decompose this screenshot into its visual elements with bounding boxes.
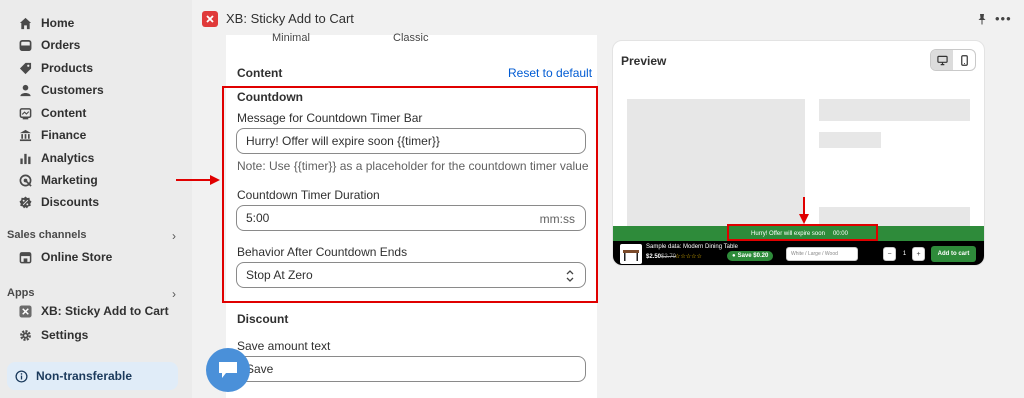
chevron-right-icon[interactable]: › [172,229,176,243]
variant-select[interactable]: White / Large / Wood [786,247,858,261]
discount-heading: Discount [237,312,289,326]
bar-chart-icon [18,151,32,165]
store-icon [18,250,32,264]
sidebar-item-label: Discounts [41,195,100,209]
sticky-add-to-cart-bar: Sample data: Modern Dining Table $2.50 $… [613,241,984,265]
save-amount-label: Save amount text [237,339,331,353]
sidebar-item-products[interactable]: Products [18,58,93,78]
save-amount-value: Save [246,362,274,376]
chat-icon [219,362,237,378]
preview-title: Preview [621,54,667,68]
countdown-highlight-box [222,86,598,303]
sidebar-item-app[interactable]: XB: Sticky Add to Cart [18,304,169,318]
annotation-arrow-right [176,175,220,185]
product-thumbnail [620,244,642,264]
sales-channels-label: Sales channels [7,229,87,241]
sidebar-item-customers[interactable]: Customers [18,80,104,100]
add-to-cart-button[interactable]: Add to cart [931,246,976,262]
sidebar-item-orders[interactable]: Orders [18,35,80,55]
qty-plus-button[interactable]: + [912,247,925,261]
bank-icon [18,128,32,142]
discount-icon [18,195,32,209]
sidebar-item-home[interactable]: Home [18,13,74,33]
info-icon [15,369,28,383]
chat-button[interactable] [206,348,250,392]
app-logo-icon [202,11,218,27]
sidebar-item-label: Products [41,61,94,75]
reset-to-default-link[interactable]: Reset to default [508,66,592,80]
sidebar-item-label: Orders [41,38,81,52]
product-price: $2.50 [646,254,662,260]
more-actions-button[interactable]: ••• [995,11,1012,26]
sidebar-item-online-store[interactable]: Online Store [18,247,112,267]
qty-value[interactable]: 1 [898,247,911,261]
chevron-right-icon[interactable]: › [172,287,176,301]
mobile-icon [960,54,968,66]
desktop-icon [936,55,948,65]
non-transferable-label: Non-transferable [36,369,133,383]
price-placeholder [819,132,881,148]
person-icon [18,83,32,97]
sidebar: Home Orders Products Customers Content F… [0,0,192,398]
check-icon: ● [732,253,736,259]
non-transferable-banner[interactable]: Non-transferable [7,362,178,390]
home-icon [18,16,32,30]
sidebar-item-label: Finance [41,128,87,142]
app-title: XB: Sticky Add to Cart [226,11,354,26]
sidebar-item-finance[interactable]: Finance [18,125,86,145]
sidebar-item-label: Customers [41,83,104,97]
orders-icon [18,38,32,52]
sidebar-item-label: Analytics [41,151,95,165]
tag-icon [18,61,32,75]
variant-value: White / Large / Wood [791,251,838,257]
sidebar-item-analytics[interactable]: Analytics [18,148,94,168]
sidebar-item-label: Content [41,106,87,120]
save-amount-input[interactable]: Save [236,356,586,382]
save-badge-label: Save $0.20 [737,253,769,259]
qty-minus-button[interactable]: − [883,247,896,261]
mobile-view-button[interactable] [953,50,975,70]
timer-highlight-box [727,224,878,241]
save-badge: ● Save $0.20 [727,251,774,261]
product-image-placeholder [627,99,805,226]
target-icon [18,173,32,187]
sidebar-item-label: Home [41,16,75,30]
gear-icon [18,328,32,342]
pin-icon[interactable] [976,12,988,25]
product-name: Sample data: Modern Dining Table [646,244,738,250]
title-placeholder [819,99,970,121]
sidebar-item-settings[interactable]: Settings [18,325,88,345]
layout-option-classic[interactable]: Classic [393,32,428,44]
rating-stars: ☆☆☆☆☆ [675,254,702,260]
sidebar-item-label: XB: Sticky Add to Cart [41,304,169,318]
compare-price: $2.70 [661,254,677,260]
layout-option-minimal[interactable]: Minimal [272,32,310,44]
sidebar-item-label: Online Store [41,250,113,264]
sidebar-item-content[interactable]: Content [18,103,86,123]
sidebar-item-label: Marketing [41,173,98,187]
content-icon [18,106,32,120]
device-toggle[interactable] [930,49,976,71]
sidebar-item-marketing[interactable]: Marketing [18,170,98,190]
annotation-arrow-down [799,197,809,224]
sidebar-item-discounts[interactable]: Discounts [18,192,99,212]
content-heading: Content [237,66,283,80]
desktop-view-button[interactable] [931,50,953,70]
sidebar-item-label: Settings [41,328,89,342]
apps-label: Apps [7,287,35,299]
app-logo-icon [18,304,32,318]
